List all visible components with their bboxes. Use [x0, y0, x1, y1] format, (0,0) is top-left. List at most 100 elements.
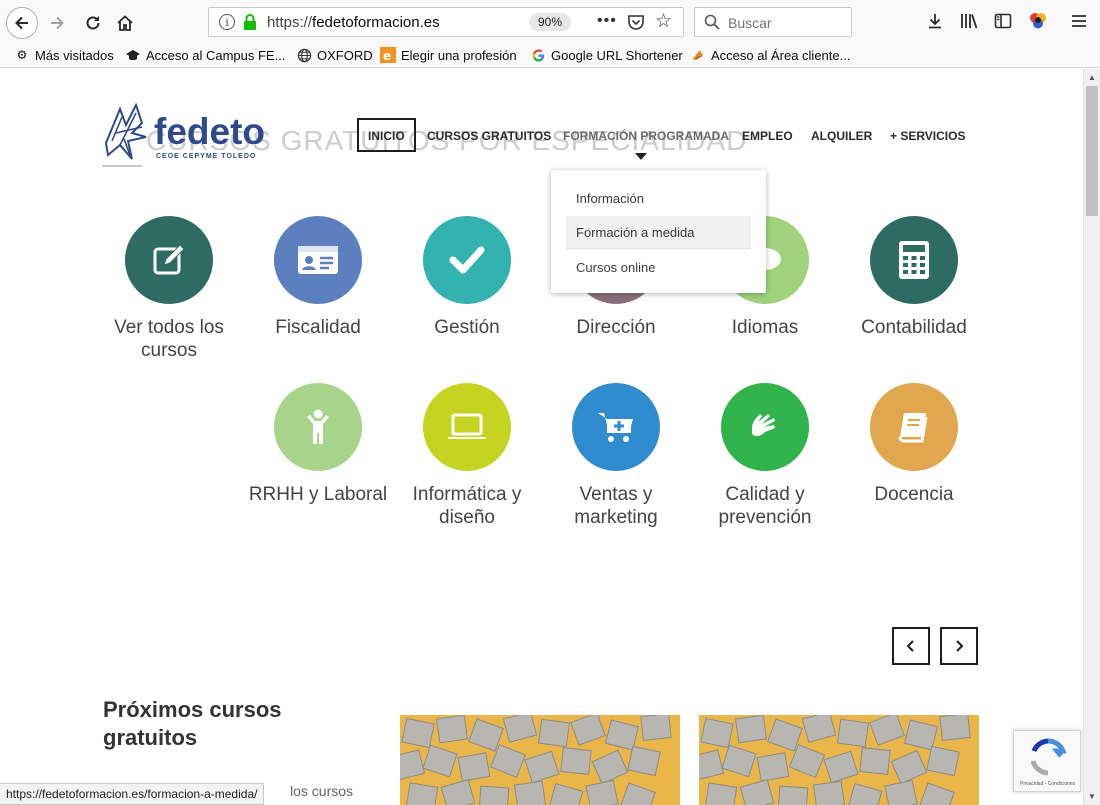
- globe-icon: [296, 47, 312, 63]
- recaptcha-badge[interactable]: Privacidad - Condiciones: [1013, 730, 1081, 792]
- scrollbar-thumb[interactable]: [1086, 86, 1098, 216]
- search-icon: [704, 14, 720, 30]
- gear-icon: ⚙: [16, 48, 28, 62]
- bookmark-label: Más visitados: [35, 47, 114, 63]
- bookmark-label: Google URL Shortener: [551, 47, 683, 63]
- category-label[interactable]: Calidad y prevención: [690, 483, 840, 529]
- page-viewport: CURSOS GRATUITOS POR ESPECIALIDAD fedeto…: [0, 69, 1083, 805]
- nav-item-servicios[interactable]: + SERVICIOS: [890, 129, 965, 143]
- logo-wordmark: fedeto: [154, 111, 265, 152]
- logo-underline: [102, 165, 142, 167]
- reload-icon: [86, 16, 100, 30]
- page-scrollbar[interactable]: ▲ ▼: [1083, 69, 1100, 805]
- back-button[interactable]: [6, 7, 38, 39]
- formacion-programada-dropdown: Información Formación a medida Cursos on…: [551, 170, 766, 293]
- nav-item-alquiler[interactable]: ALQUILER: [811, 129, 872, 143]
- google-icon: [530, 47, 546, 63]
- recaptcha-icon: [1030, 738, 1067, 776]
- url-bar[interactable]: i https://fedetoformacion.es 90% ••• ☆: [208, 7, 684, 37]
- bookmark-label: Acceso al Área cliente...: [711, 47, 851, 63]
- bookmark-item[interactable]: OXFORD: [296, 47, 373, 63]
- bookmark-star-icon[interactable]: ☆: [655, 10, 672, 33]
- category-label[interactable]: Fiscalidad: [243, 316, 393, 339]
- recaptcha-links[interactable]: Privacidad - Condiciones: [1020, 781, 1075, 787]
- nav-item-empleo[interactable]: EMPLEO: [742, 129, 793, 143]
- category-label[interactable]: Gestión: [392, 316, 542, 339]
- bookmark-item[interactable]: Google URL Shortener: [530, 47, 683, 63]
- arrow-left-icon: [15, 16, 28, 30]
- extension-icon[interactable]: [1027, 10, 1049, 32]
- page-actions-menu-icon[interactable]: •••: [597, 12, 617, 30]
- calculator-icon[interactable]: [870, 216, 958, 304]
- forward-button[interactable]: [42, 8, 72, 38]
- bookmark-item[interactable]: Acceso al Área cliente...: [690, 47, 850, 63]
- search-bar[interactable]: Buscar: [694, 7, 852, 37]
- id-card-icon[interactable]: [274, 216, 362, 304]
- url-prefix: https://: [267, 14, 313, 31]
- chevron-right-icon: [956, 640, 964, 652]
- site-logo[interactable]: fedeto CEOE CEPYME TOLEDO: [102, 103, 292, 163]
- person-icon[interactable]: [274, 383, 362, 471]
- laptop-icon[interactable]: [423, 383, 511, 471]
- dropdown-item-cursos-online[interactable]: Cursos online: [566, 251, 751, 284]
- category-label[interactable]: Informática y diseño: [392, 483, 542, 529]
- home-icon: [117, 15, 133, 31]
- scroll-up-arrow-icon[interactable]: ▲: [1088, 73, 1096, 82]
- dropdown-item-formacion-a-medida[interactable]: Formación a medida: [566, 216, 751, 249]
- book-icon[interactable]: [870, 383, 958, 471]
- nav-item-formacion-programada[interactable]: FORMACIÓN PROGRAMADA: [563, 129, 729, 143]
- nav-item-inicio[interactable]: INICIO: [368, 129, 405, 143]
- scroll-down-arrow-icon[interactable]: ▼: [1088, 792, 1096, 801]
- bookmark-label: OXFORD: [317, 47, 373, 63]
- edit-icon[interactable]: [125, 216, 213, 304]
- download-icon[interactable]: [924, 10, 946, 32]
- sign-language-icon[interactable]: [721, 383, 809, 471]
- url-text[interactable]: https://fedetoformacion.es: [267, 14, 440, 31]
- zoom-badge[interactable]: 90%: [529, 13, 571, 31]
- bookmark-item[interactable]: Acceso al Campus FE...: [125, 47, 285, 63]
- category-label[interactable]: Contabilidad: [839, 316, 989, 339]
- bookmark-label: Acceso al Campus FE...: [146, 47, 286, 63]
- category-label[interactable]: Ver todos los cursos: [94, 316, 244, 362]
- sidebar-icon[interactable]: [992, 10, 1014, 32]
- graduation-cap-icon: [125, 47, 141, 63]
- svg-text:e: e: [383, 49, 391, 63]
- search-placeholder: Buscar: [728, 15, 772, 31]
- course-image[interactable]: [400, 715, 680, 805]
- category-label[interactable]: RRHH y Laboral: [243, 483, 393, 506]
- bookmark-label: Elegir una profesión: [401, 47, 517, 63]
- bookmarks-bar: ⚙ Más visitados Acceso al Campus FE... O…: [0, 44, 1100, 68]
- carousel-next-button[interactable]: [940, 627, 978, 665]
- cart-icon[interactable]: [572, 383, 660, 471]
- menu-hamburger-icon[interactable]: [1068, 10, 1090, 32]
- section-title: Próximos cursos gratuitos: [103, 697, 282, 750]
- course-image[interactable]: [699, 715, 979, 805]
- reload-button[interactable]: [78, 8, 108, 38]
- check-icon[interactable]: [423, 216, 511, 304]
- info-icon[interactable]: i: [219, 14, 235, 30]
- chevron-left-icon: [906, 640, 914, 652]
- logo-subtitle: CEOE CEPYME TOLEDO: [156, 153, 257, 160]
- category-label[interactable]: Dirección: [541, 316, 691, 339]
- library-icon[interactable]: [958, 10, 980, 32]
- arrow-right-icon: [51, 16, 64, 30]
- category-label[interactable]: Ventas y marketing: [541, 483, 691, 529]
- bookmark-item[interactable]: ⚙ Más visitados: [14, 47, 114, 63]
- dropdown-caret-icon: [635, 153, 647, 160]
- url-domain: fedetoformacion.es: [312, 14, 440, 31]
- browser-toolbar: i https://fedetoformacion.es 90% ••• ☆ B…: [0, 0, 1100, 44]
- carousel-prev-button[interactable]: [892, 627, 930, 665]
- lock-icon[interactable]: [243, 13, 257, 31]
- home-button[interactable]: [110, 8, 140, 38]
- link-status-bar: https://fedetoformacion.es/formacion-a-m…: [0, 783, 265, 805]
- category-label[interactable]: Docencia: [839, 483, 989, 506]
- pocket-icon[interactable]: [627, 13, 645, 31]
- section-subtitle: los cursos: [290, 783, 354, 799]
- nav-item-cursos-gratuitos[interactable]: CURSOS GRATUITOS: [427, 129, 551, 143]
- bookmark-item[interactable]: e Elegir una profesión: [380, 47, 517, 63]
- category-label[interactable]: Idiomas: [690, 316, 840, 339]
- dropdown-item-informacion[interactable]: Información: [566, 182, 751, 215]
- ie-icon: e: [380, 47, 396, 63]
- fedeto-logo-mark-icon: [104, 103, 147, 160]
- bird-icon: [690, 47, 706, 63]
